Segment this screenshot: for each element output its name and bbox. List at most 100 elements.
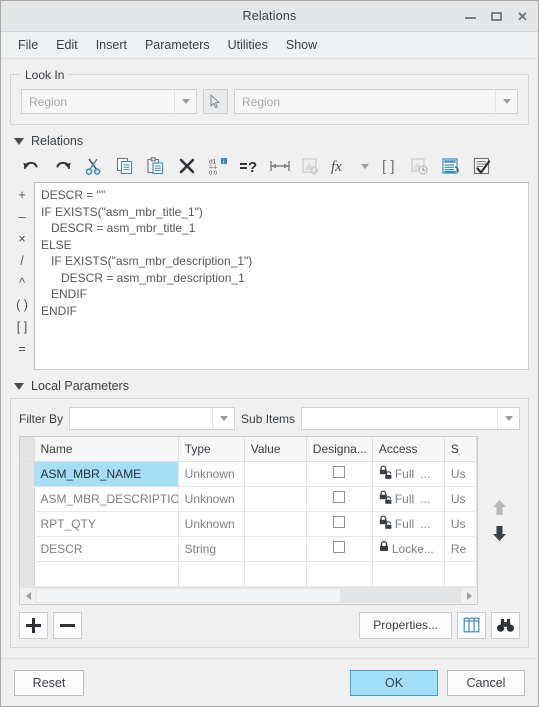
chevron-down-icon[interactable]	[497, 408, 519, 429]
cell-value[interactable]	[244, 511, 307, 537]
scroll-left-icon[interactable]	[20, 588, 36, 603]
relations-section-header[interactable]: Relations	[14, 134, 529, 148]
close-icon[interactable]: ✕	[516, 10, 529, 23]
minimize-icon[interactable]	[464, 10, 477, 23]
scrollbar-track[interactable]	[341, 588, 461, 603]
chevron-down-icon[interactable]	[495, 90, 517, 113]
cell-designated[interactable]	[306, 461, 373, 487]
menu-show[interactable]: Show	[277, 35, 326, 55]
row-handle[interactable]	[20, 486, 35, 512]
copy-icon[interactable]	[109, 152, 140, 181]
menu-edit[interactable]: Edit	[47, 35, 87, 55]
cell-name[interactable]: ASM_MBR_NAME	[34, 461, 179, 487]
operator-brackets[interactable]: [ ]	[12, 316, 32, 338]
menu-file[interactable]: File	[9, 35, 47, 55]
column-header-value[interactable]: Value	[244, 437, 307, 462]
cell-type[interactable]: Unknown	[178, 486, 245, 512]
check-relations-icon[interactable]	[466, 152, 497, 181]
cell-type[interactable]: Unknown	[178, 511, 245, 537]
operator-parens[interactable]: ( )	[12, 294, 32, 316]
filter-by-combo[interactable]	[69, 407, 236, 430]
cell-type[interactable]: Unknown	[178, 461, 245, 487]
delete-icon[interactable]	[171, 152, 202, 181]
binoculars-icon[interactable]	[491, 611, 520, 639]
cell-source[interactable]: Us	[444, 511, 477, 537]
row-handle[interactable]	[20, 511, 35, 537]
units-icon[interactable]: d1 ++ 0.0 i	[202, 152, 233, 181]
brackets-icon[interactable]: [ ]	[373, 152, 404, 181]
column-header-designated[interactable]: Designa...	[306, 437, 373, 462]
cut-icon[interactable]	[78, 152, 109, 181]
properties-button[interactable]: Properties...	[359, 611, 452, 639]
designated-checkbox[interactable]	[333, 516, 346, 528]
operator-power[interactable]: ^	[12, 272, 32, 294]
chevron-down-icon[interactable]	[212, 408, 234, 429]
collapse-triangle-icon[interactable]	[14, 137, 24, 145]
cell-access[interactable]: Full ...	[372, 486, 445, 512]
cell-designated[interactable]	[306, 486, 373, 512]
maximize-icon[interactable]	[490, 10, 503, 23]
table-row[interactable]: ASM_MBR_NAME Unknown Full ... Us	[20, 461, 477, 487]
designated-checkbox[interactable]	[333, 466, 346, 478]
move-down-arrow-icon[interactable]	[492, 525, 507, 542]
cell-designated[interactable]	[306, 536, 373, 562]
column-header-type[interactable]: Type	[178, 437, 245, 462]
dimension-icon[interactable]	[264, 152, 295, 181]
column-header-name[interactable]: Name	[34, 437, 179, 462]
add-parameter-button[interactable]	[19, 611, 48, 639]
menu-parameters[interactable]: Parameters	[136, 35, 219, 55]
cell-name[interactable]: DESCR	[34, 536, 179, 562]
columns-icon[interactable]	[457, 611, 486, 639]
cell-designated[interactable]	[306, 511, 373, 537]
scrollbar-thumb[interactable]	[36, 588, 341, 603]
column-header-source[interactable]: S	[444, 437, 477, 462]
cell-type[interactable]: String	[178, 536, 245, 562]
cell-access[interactable]: Full ...	[372, 461, 445, 487]
designated-checkbox[interactable]	[333, 541, 346, 553]
pointer-select-icon[interactable]	[203, 89, 228, 114]
scroll-right-icon[interactable]	[461, 588, 477, 603]
menu-insert[interactable]: Insert	[87, 35, 136, 55]
cell-value[interactable]	[244, 536, 307, 562]
menu-utilities[interactable]: Utilities	[219, 35, 277, 55]
remove-parameter-button[interactable]	[53, 611, 82, 639]
sub-items-combo[interactable]	[301, 407, 520, 430]
cell-source[interactable]: Us	[444, 461, 477, 487]
cell-access[interactable]: Full ...	[372, 511, 445, 537]
cell-name[interactable]: RPT_QTY	[34, 511, 179, 537]
cell-source[interactable]: Us	[444, 486, 477, 512]
column-header-access[interactable]: Access	[372, 437, 445, 462]
move-up-arrow-icon[interactable]	[492, 499, 507, 516]
collapse-triangle-icon[interactable]	[14, 382, 24, 390]
operator-minus[interactable]: –	[12, 206, 32, 228]
table-row[interactable]: DESCR String Locke... Re	[20, 536, 477, 562]
function-dropdown-icon[interactable]	[357, 152, 373, 181]
function-icon[interactable]: fx	[326, 152, 357, 181]
relations-code-editor[interactable]: DESCR = "" IF EXISTS("asm_mbr_title_1") …	[34, 182, 529, 370]
paste-icon[interactable]	[140, 152, 171, 181]
local-parameters-section-header[interactable]: Local Parameters	[14, 379, 529, 393]
look-in-object-combo[interactable]: Region	[234, 89, 518, 114]
chevron-down-icon[interactable]	[174, 90, 196, 113]
row-handle[interactable]	[20, 461, 35, 487]
table-horizontal-scrollbar[interactable]	[20, 586, 477, 604]
row-handle[interactable]	[20, 536, 35, 562]
cell-source[interactable]: Re	[444, 536, 477, 562]
redo-icon[interactable]	[47, 152, 78, 181]
table-row[interactable]: ASM_MBR_DESCRIPTION Unknown Full ... Us	[20, 486, 477, 512]
undo-icon[interactable]	[16, 152, 47, 181]
cell-value[interactable]	[244, 486, 307, 512]
designated-checkbox[interactable]	[333, 491, 346, 503]
ok-button[interactable]: OK	[350, 669, 438, 696]
cancel-button[interactable]: Cancel	[447, 669, 525, 696]
verify-icon[interactable]: ?	[233, 152, 264, 181]
table-row[interactable]: RPT_QTY Unknown Full ... Us	[20, 511, 477, 537]
operator-multiply[interactable]: ×	[12, 228, 32, 250]
execute-icon[interactable]	[435, 152, 466, 181]
cell-access[interactable]: Locke...	[372, 536, 445, 562]
look-in-type-combo[interactable]: Region	[21, 89, 197, 114]
operator-divide[interactable]: /	[12, 250, 32, 272]
cell-value[interactable]	[244, 461, 307, 487]
operator-equals[interactable]: =	[12, 338, 32, 360]
cell-name[interactable]: ASM_MBR_DESCRIPTION	[34, 486, 179, 512]
